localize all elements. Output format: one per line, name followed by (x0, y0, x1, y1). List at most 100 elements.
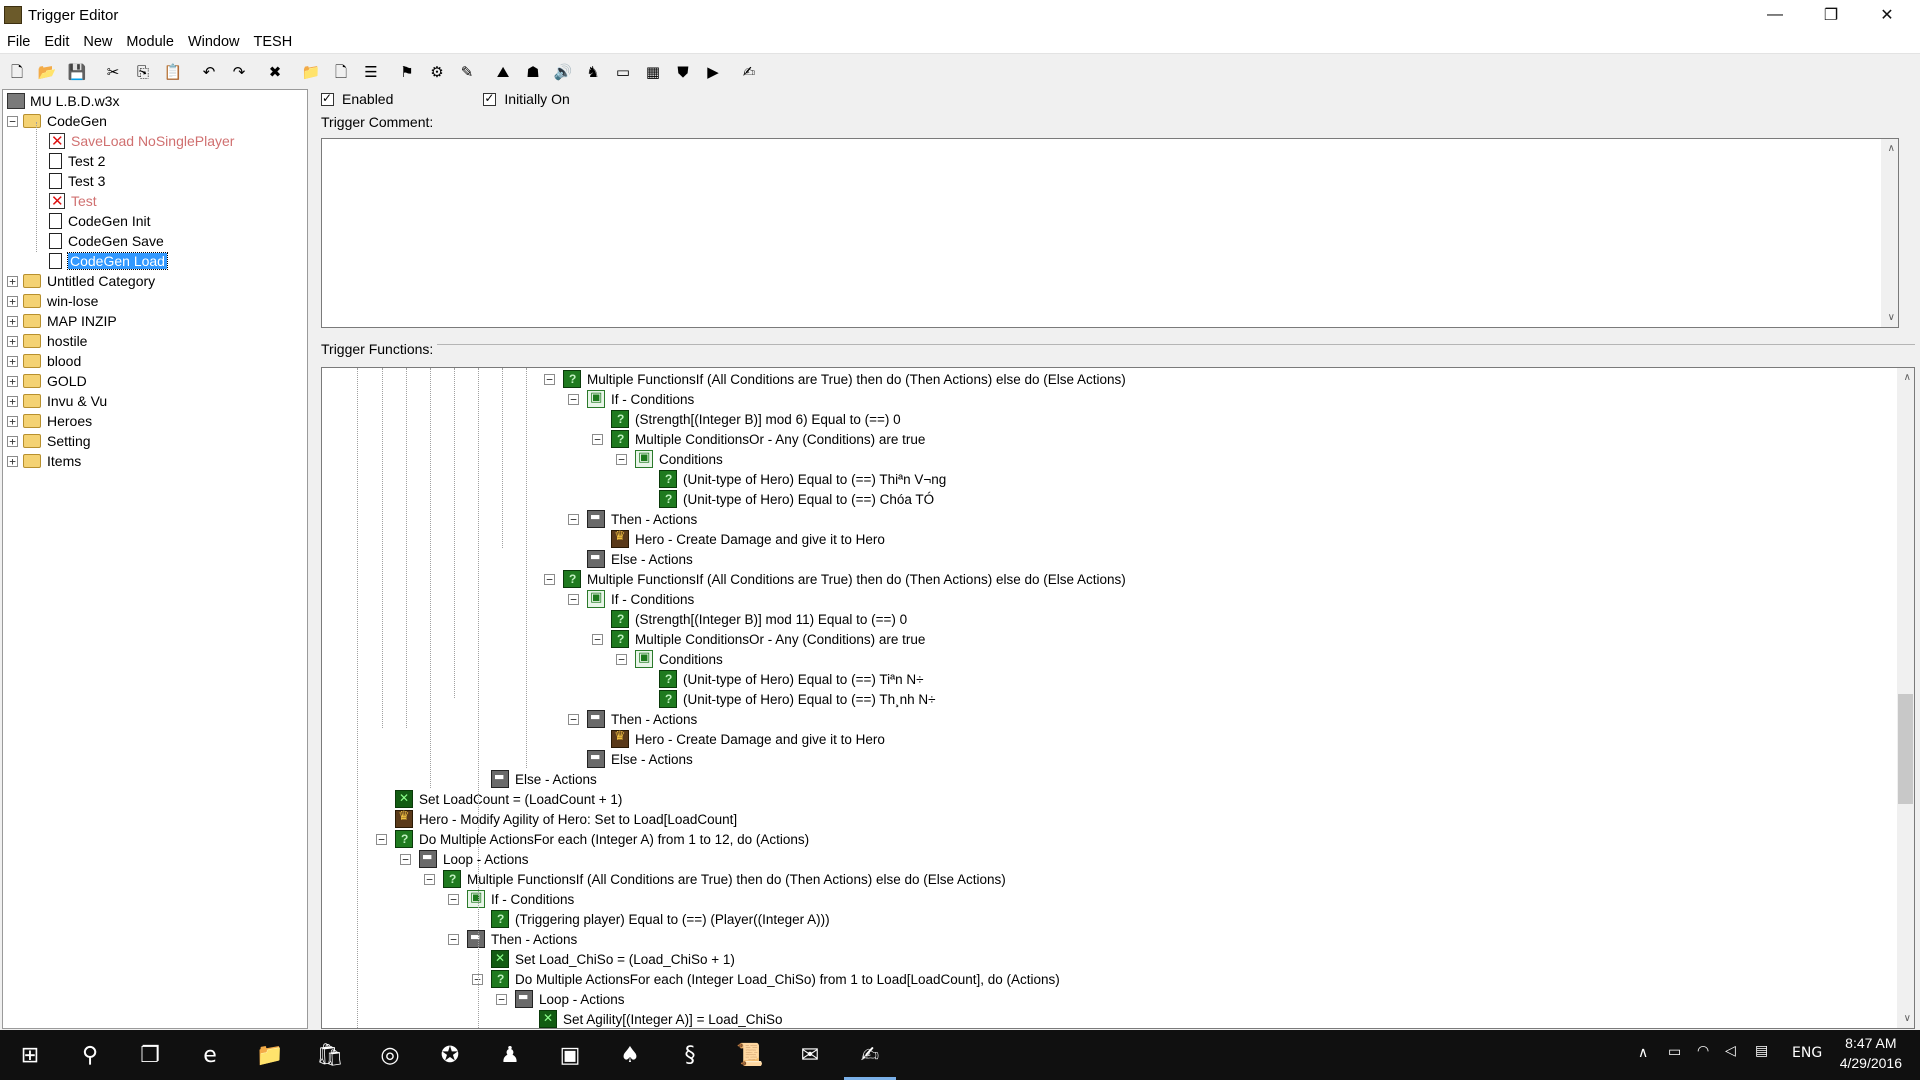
tree-category[interactable]: + MAP INZIP (7, 311, 117, 331)
app-scroll-icon[interactable]: 📜 (720, 1030, 780, 1080)
tree-category[interactable]: + hostile (7, 331, 87, 351)
task-view-icon[interactable]: ❐ (120, 1030, 180, 1080)
function-node[interactable]: − If - Conditions (568, 389, 694, 409)
tray-chevron-icon[interactable]: ∧ (1638, 1045, 1648, 1061)
expand-icon[interactable]: + (7, 275, 18, 287)
function-node[interactable]: Set LoadCount = (LoadCount + 1) (376, 789, 622, 809)
enabled-checkbox[interactable] (321, 91, 334, 106)
collapse-icon[interactable]: − (424, 873, 435, 885)
function-node[interactable]: (Unit-type of Hero) Equal to (==) Chóa T… (640, 489, 934, 509)
delete-icon[interactable]: ✖ (262, 59, 288, 85)
function-node[interactable]: (Strength[(Integer B)] mod 6) Equal to (… (592, 409, 901, 429)
collapse-icon[interactable]: − (496, 993, 507, 1005)
new-category-icon[interactable]: 📁 (298, 59, 324, 85)
expand-icon[interactable]: + (7, 355, 18, 367)
menu-edit[interactable]: Edit (37, 30, 76, 54)
function-node[interactable]: − Multiple ConditionsOr - Any (Conditions… (592, 429, 925, 449)
store-icon[interactable]: 🛍 (300, 1030, 360, 1080)
app-swirl-icon[interactable]: § (660, 1030, 720, 1080)
app-cards-icon[interactable]: ♠ (600, 1030, 660, 1080)
new-icon[interactable]: 🗋 (4, 59, 30, 85)
function-node[interactable]: Set Load_ChiSo = (Load_ChiSo + 1) (472, 949, 735, 969)
function-node[interactable]: (Unit-type of Hero) Equal to (==) Tiªn N… (640, 669, 924, 689)
function-node[interactable]: (Unit-type of Hero) Equal to (==) Th¸nh … (640, 689, 936, 709)
app-mail-icon[interactable]: ✉ (780, 1030, 840, 1080)
new-trigger-icon[interactable]: 🗋 (328, 59, 354, 85)
menu-file[interactable]: File (0, 30, 37, 54)
function-node[interactable]: −Do Multiple ActionsFor each (Integer A)… (376, 829, 809, 849)
collapse-icon[interactable]: − (544, 573, 555, 585)
function-node[interactable]: − Multiple FunctionsIf (All Conditions ar… (544, 369, 1126, 389)
terrain-editor-icon[interactable]: ⛰ (490, 59, 516, 85)
collapse-icon[interactable]: − (568, 513, 579, 525)
scroll-down-icon[interactable]: ∨ (1888, 312, 1895, 323)
scroll-up-icon[interactable]: ∧ (1904, 372, 1911, 383)
collapse-icon[interactable]: − (616, 653, 627, 665)
app-green-icon[interactable]: ▣ (540, 1030, 600, 1080)
restore-button[interactable]: ❐ (1803, 0, 1859, 30)
paste-icon[interactable]: 📋 (160, 59, 186, 85)
tree-trigger-item[interactable]: SaveLoad NoSinglePlayer (49, 131, 234, 151)
expand-icon[interactable]: + (7, 455, 18, 467)
copy-icon[interactable]: ⎘ (130, 59, 156, 85)
function-node[interactable]: − Then - Actions (568, 709, 697, 729)
open-icon[interactable]: 📂 (34, 59, 60, 85)
trigger-tree-panel[interactable]: MU L.B.D.w3x − CodeGen SaveLoad NoSingle… (2, 89, 308, 1029)
functions-scrollbar[interactable]: ∧ ∨ (1897, 368, 1914, 1028)
function-node[interactable]: − Multiple ConditionsOr - Any (Conditions… (592, 629, 925, 649)
cut-icon[interactable]: ✂ (100, 59, 126, 85)
redo-icon[interactable]: ↷ (226, 59, 252, 85)
function-node[interactable]: − Multiple FunctionsIf (All Conditions ar… (544, 569, 1126, 589)
new-comment-icon[interactable]: ☰ (358, 59, 384, 85)
menu-window[interactable]: Window (181, 30, 247, 54)
function-node[interactable]: −Do Multiple ActionsFor each (Integer Lo… (472, 969, 1060, 989)
tree-trigger-item[interactable]: Test 2 (49, 151, 105, 171)
comment-textarea[interactable]: ∧ ∨ (321, 138, 1899, 328)
new-event-icon[interactable]: ⚑ (394, 59, 420, 85)
function-node[interactable]: − Loop - Actions (400, 849, 529, 869)
function-node[interactable]: Else - Actions (568, 549, 693, 569)
function-node[interactable]: Set Agility[(Integer A)] = Load_ChiSo (520, 1009, 783, 1028)
tree-root[interactable]: MU L.B.D.w3x (7, 91, 119, 111)
collapse-icon[interactable]: − (376, 833, 387, 845)
tree-category[interactable]: + Items (7, 451, 81, 471)
tree-trigger-item[interactable]: CodeGen Init (49, 211, 151, 231)
function-node[interactable]: − Conditions (616, 449, 723, 469)
collapse-icon[interactable]: − (448, 933, 459, 945)
campaign-editor-icon[interactable]: ▭ (610, 59, 636, 85)
function-node[interactable]: Else - Actions (568, 749, 693, 769)
ai-editor-icon[interactable]: ▦ (640, 59, 666, 85)
trigger-functions-tree[interactable]: −Multiple FunctionsIf (All Conditions ar… (321, 367, 1915, 1029)
menu-tesh[interactable]: TESH (247, 30, 300, 54)
function-node[interactable]: − Then - Actions (448, 929, 577, 949)
tree-trigger-item[interactable]: CodeGen Save (49, 231, 164, 251)
collapse-icon[interactable]: − (7, 115, 18, 127)
tree-category[interactable]: + Heroes (7, 411, 92, 431)
save-icon[interactable]: 💾 (64, 59, 90, 85)
collapse-icon[interactable]: − (448, 893, 459, 905)
function-node[interactable]: − Loop - Actions (496, 989, 625, 1009)
function-node[interactable]: Else - Actions (472, 769, 597, 789)
tree-trigger-item[interactable]: CodeGen Load (49, 251, 168, 271)
tree-category[interactable]: + Invu & Vu (7, 391, 107, 411)
app-red-icon[interactable]: ✪ (420, 1030, 480, 1080)
function-node[interactable]: Hero - Create Damage and give it to Hero (592, 729, 885, 749)
import-manager-icon[interactable]: ⛊ (670, 59, 696, 85)
wifi-icon[interactable]: ◠ (1697, 1043, 1709, 1059)
clock[interactable]: 8:47 AM 4/29/2016 (1840, 1033, 1902, 1073)
tree-category[interactable]: + Setting (7, 431, 91, 451)
start-icon[interactable]: ⊞ (0, 1030, 60, 1080)
trigger-editor-icon[interactable]: ✍ (736, 59, 762, 85)
collapse-icon[interactable]: − (616, 453, 627, 465)
initially-on-checkbox[interactable] (483, 91, 497, 106)
function-node[interactable]: − Then - Actions (568, 509, 697, 529)
sound-editor-icon[interactable]: 🔊 (550, 59, 576, 85)
function-node[interactable]: (Unit-type of Hero) Equal to (==) Thiªn … (640, 469, 946, 489)
function-node[interactable]: (Triggering player) Equal to (==) (Playe… (472, 909, 830, 929)
scroll-thumb[interactable] (1898, 694, 1913, 804)
collapse-icon[interactable]: − (592, 633, 603, 645)
scroll-up-icon[interactable]: ∧ (1888, 143, 1895, 154)
scroll-down-icon[interactable]: ∨ (1904, 1013, 1911, 1024)
function-node[interactable]: − Conditions (616, 649, 723, 669)
pane-splitter[interactable] (321, 344, 1915, 347)
